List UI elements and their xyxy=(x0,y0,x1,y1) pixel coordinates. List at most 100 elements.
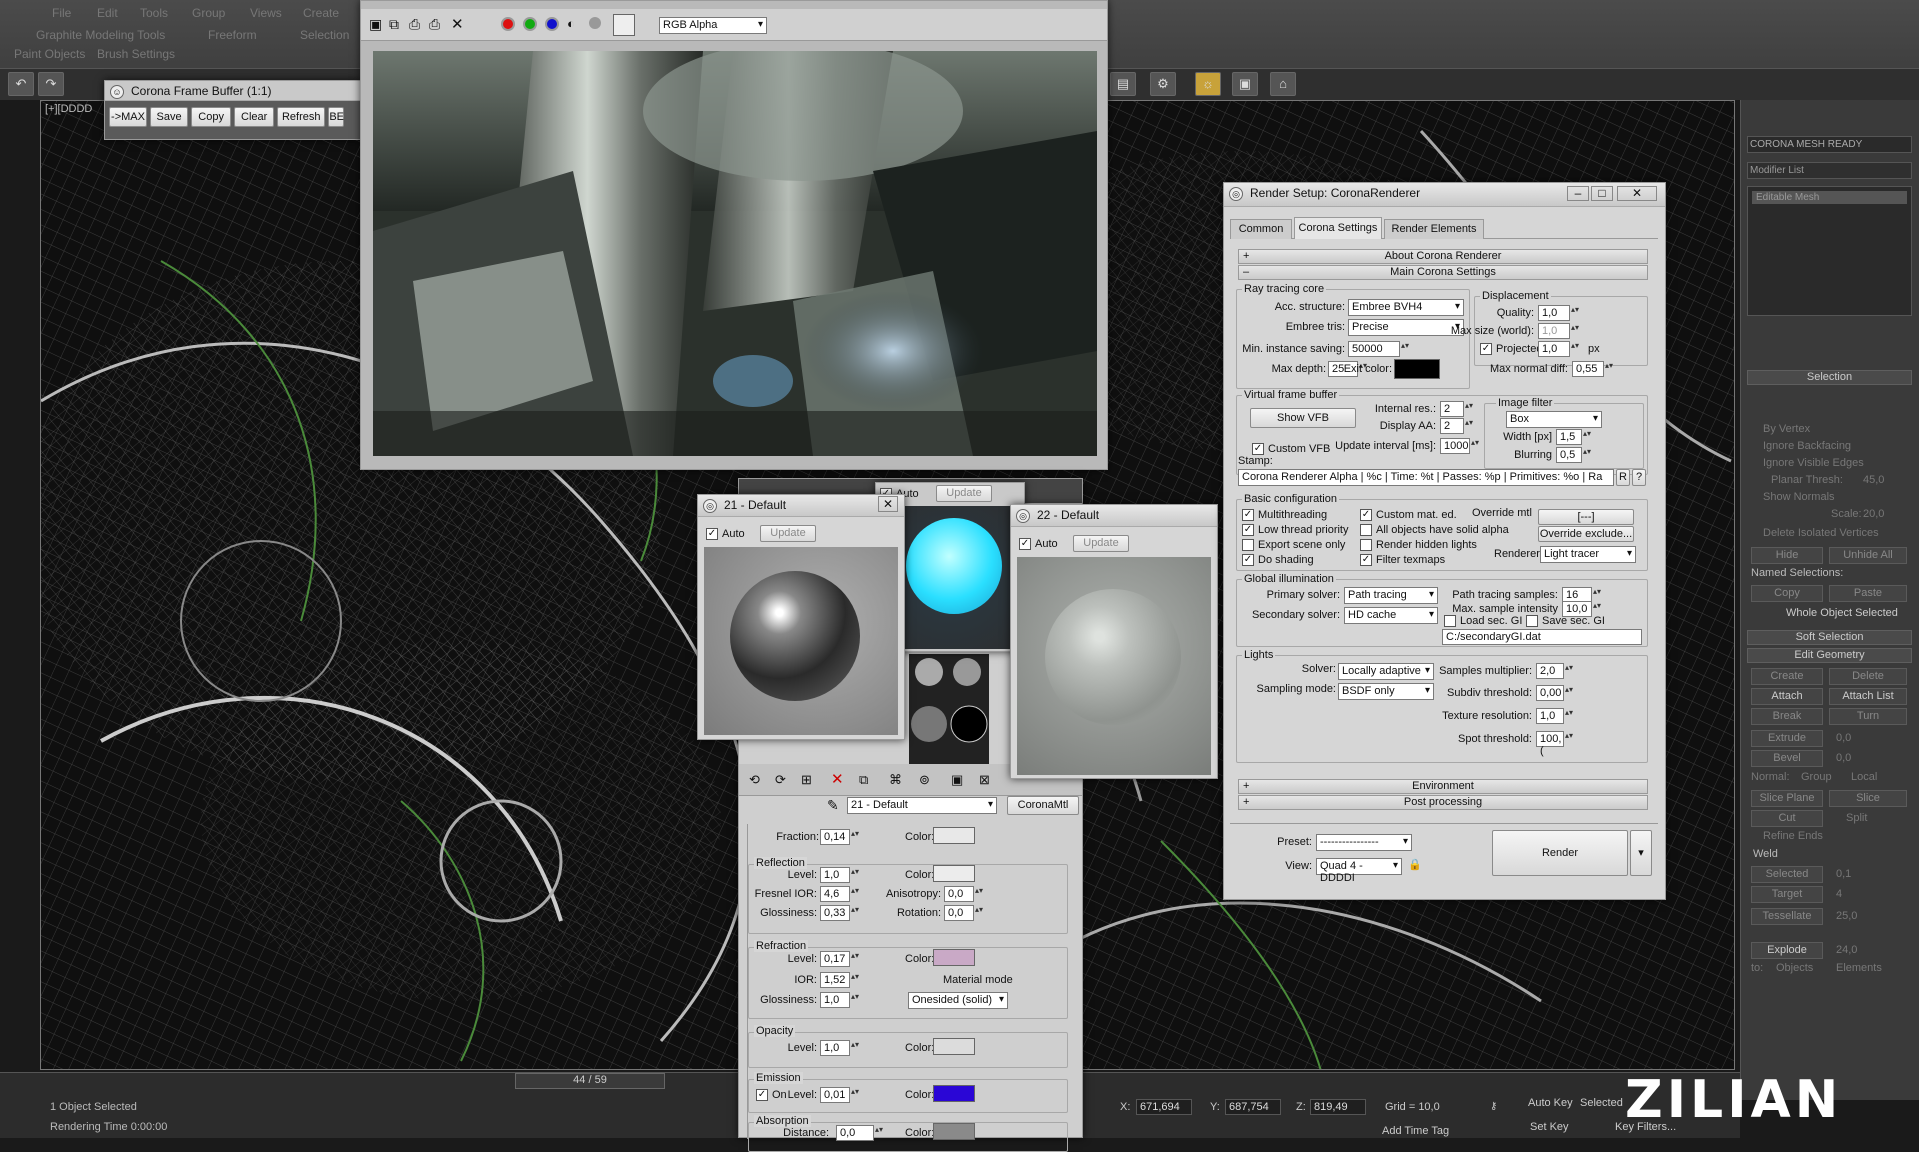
refl-gloss-spinner[interactable]: 0,33 xyxy=(820,905,861,921)
modifier-stack[interactable]: Editable Mesh xyxy=(1747,186,1912,316)
projected-size-spinner[interactable]: 1,0 xyxy=(1538,341,1581,357)
explode-button[interactable]: Explode xyxy=(1751,942,1823,959)
refl-color-swatch[interactable] xyxy=(933,865,975,882)
add-time-tag[interactable]: Add Time Tag xyxy=(1382,1125,1449,1137)
projected-size-checkbox[interactable]: ✓ xyxy=(1480,343,1492,355)
weld-selected-button[interactable]: Selected xyxy=(1751,866,1823,883)
planar-thresh-value[interactable]: 45,0 xyxy=(1863,474,1884,486)
material-type-button[interactable]: CoronaMtl xyxy=(1007,796,1079,815)
primary-solver-dropdown[interactable]: Path tracing xyxy=(1344,587,1438,604)
ribbon-tab-graphite[interactable]: Graphite Modeling Tools xyxy=(36,28,165,42)
copy-button[interactable]: Copy xyxy=(1751,585,1823,602)
opacity-color-swatch[interactable] xyxy=(933,1038,975,1055)
load-gi-checkbox[interactable] xyxy=(1444,615,1456,627)
explode-value[interactable]: 24,0 xyxy=(1836,944,1857,956)
extrude-button[interactable]: Extrude xyxy=(1751,730,1823,747)
custom-vfb-checkbox[interactable]: ✓ xyxy=(1252,443,1264,455)
close-icon[interactable]: ✕ xyxy=(1617,186,1657,201)
low-priority-checkbox[interactable]: ✓ xyxy=(1242,524,1254,536)
clear-button[interactable]: Clear xyxy=(234,107,275,127)
emission-level-spinner[interactable]: 0,01 xyxy=(820,1087,861,1103)
solid-alpha-checkbox[interactable] xyxy=(1360,524,1372,536)
internal-res-spinner[interactable]: 2 xyxy=(1440,401,1475,417)
sample-slots[interactable] xyxy=(909,654,989,766)
custom-mat-ed-checkbox[interactable]: ✓ xyxy=(1360,509,1372,521)
lock-view-icon[interactable]: 🔒 xyxy=(1408,858,1422,874)
mono-icon[interactable] xyxy=(589,17,601,29)
material-name-field[interactable]: 21 - Default xyxy=(847,797,997,814)
post-processing-rollout[interactable]: Post processing xyxy=(1238,795,1648,810)
menu-edit[interactable]: Edit xyxy=(97,6,118,20)
preview22-titlebar[interactable]: ◎ 22 - Default xyxy=(1011,505,1217,527)
export-scene-checkbox[interactable] xyxy=(1242,539,1254,551)
coord-z[interactable]: 819,49 xyxy=(1310,1099,1366,1115)
exit-color-swatch[interactable] xyxy=(1394,359,1440,379)
reset-map-icon[interactable]: ✕ xyxy=(831,770,844,788)
weld-selected-value[interactable]: 0,1 xyxy=(1836,868,1851,880)
coord-y[interactable]: 687,754 xyxy=(1225,1099,1281,1115)
unique-icon[interactable]: ⌘ xyxy=(889,772,902,788)
time-slider[interactable]: 44 / 59 xyxy=(515,1073,665,1089)
attach-list-button[interactable]: Attach List xyxy=(1829,688,1907,705)
delete-button[interactable]: Delete xyxy=(1829,668,1907,685)
menu-group[interactable]: Group xyxy=(192,6,225,20)
ignore-backfacing-checkbox[interactable]: Ignore Backfacing xyxy=(1763,440,1851,452)
ior-spinner[interactable]: 1,52 xyxy=(820,972,861,988)
menu-views[interactable]: Views xyxy=(250,6,282,20)
selected-dropdown[interactable]: Selected xyxy=(1580,1097,1623,1109)
assign-material-icon[interactable]: ⊞ xyxy=(801,772,812,788)
create-button[interactable]: Create xyxy=(1751,668,1823,685)
minimize-icon[interactable]: – xyxy=(1567,186,1589,201)
red-channel-icon[interactable] xyxy=(501,17,515,31)
auto-key-button[interactable]: Auto Key xyxy=(1528,1097,1573,1109)
ribbon-tab-selection[interactable]: Selection xyxy=(300,28,349,42)
do-shading-checkbox[interactable]: ✓ xyxy=(1242,554,1254,566)
explode-elements-radio[interactable]: Elements xyxy=(1836,962,1882,974)
render-production-icon[interactable]: ☼ xyxy=(1195,72,1221,96)
library-icon[interactable]: ⊚ xyxy=(919,772,930,788)
refr-level-spinner[interactable]: 0,17 xyxy=(820,951,861,967)
bevel-button[interactable]: Bevel xyxy=(1751,750,1823,767)
emission-on-checkbox[interactable]: ✓ xyxy=(756,1089,768,1101)
modifier-editable-mesh[interactable]: Editable Mesh xyxy=(1752,191,1907,204)
edit-geometry-rollout[interactable]: Edit Geometry xyxy=(1747,648,1912,663)
filter-dropdown[interactable]: Box xyxy=(1506,411,1602,428)
paste-button[interactable]: Paste xyxy=(1829,585,1907,602)
save-gi-checkbox[interactable] xyxy=(1526,615,1538,627)
delete-isolated-checkbox[interactable]: Delete Isolated Vertices xyxy=(1763,527,1879,539)
filter-texmaps-checkbox[interactable]: ✓ xyxy=(1360,554,1372,566)
about-rollout[interactable]: About Corona Renderer xyxy=(1238,249,1648,264)
redo-icon[interactable]: ↷ xyxy=(38,72,64,96)
refr-gloss-spinner[interactable]: 1,0 xyxy=(820,992,861,1008)
render-active-icon[interactable]: ⌂ xyxy=(1270,72,1296,96)
gi-path-input[interactable]: C:/secondaryGI.dat xyxy=(1442,629,1642,645)
render-iterative-icon[interactable]: ▣ xyxy=(1232,72,1258,96)
display-aa-spinner[interactable]: 2 xyxy=(1440,418,1475,434)
tab-corona-settings[interactable]: Corona Settings xyxy=(1294,217,1382,239)
save-button[interactable]: Save xyxy=(150,107,189,127)
hide-button[interactable]: Hide xyxy=(1751,547,1823,564)
update-button-middle[interactable]: Update xyxy=(936,485,992,502)
cut-button[interactable]: Cut xyxy=(1751,810,1823,827)
light-solver-dropdown[interactable]: Locally adaptive xyxy=(1338,663,1434,680)
show-normals-checkbox[interactable]: Show Normals xyxy=(1763,491,1835,503)
blue-channel-icon[interactable] xyxy=(545,17,559,31)
refr-color-swatch[interactable] xyxy=(933,949,975,966)
ribbon-brush-settings[interactable]: Brush Settings xyxy=(97,47,175,61)
preview21-titlebar[interactable]: ◎ 21 - Default ✕ xyxy=(698,495,904,517)
render-button[interactable]: Render xyxy=(1492,830,1628,876)
set-key-button[interactable]: Set Key xyxy=(1530,1121,1569,1133)
update-button-22[interactable]: Update xyxy=(1073,535,1129,552)
object-name-field[interactable]: CORONA MESH READY xyxy=(1747,136,1912,153)
menu-tools[interactable]: Tools xyxy=(140,6,168,20)
rotation-spinner[interactable]: 0,0 xyxy=(944,905,985,921)
auto-checkbox-21[interactable]: ✓ xyxy=(706,528,718,540)
menu-create[interactable]: Create xyxy=(303,6,339,20)
emission-color-swatch[interactable] xyxy=(933,1085,975,1102)
ribbon-tab-freeform[interactable]: Freeform xyxy=(208,28,257,42)
attach-button[interactable]: Attach xyxy=(1751,688,1823,705)
extrude-value[interactable]: 0,0 xyxy=(1836,732,1851,744)
slice-plane-button[interactable]: Slice Plane xyxy=(1751,790,1823,807)
fresnel-spinner[interactable]: 4,6 xyxy=(820,886,861,902)
by-vertex-checkbox[interactable]: By Vertex xyxy=(1763,423,1810,435)
